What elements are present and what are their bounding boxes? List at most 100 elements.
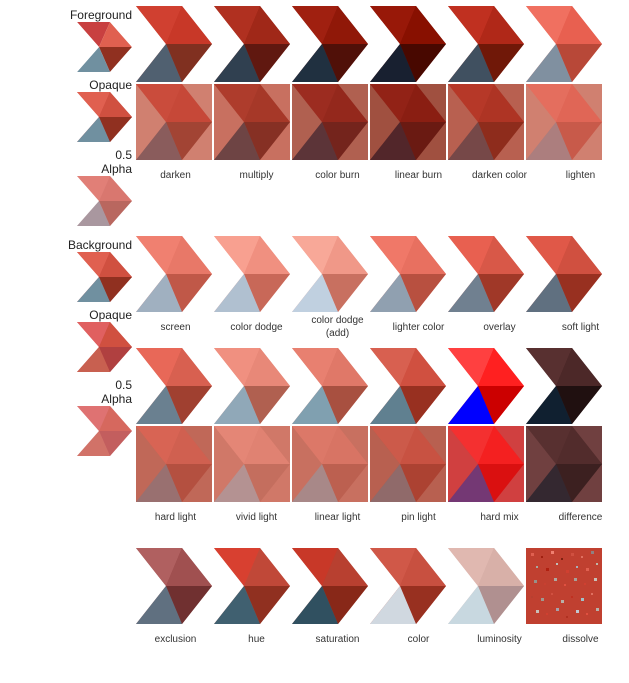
foreground-arrow-1 bbox=[77, 22, 132, 72]
cap-darken: darken bbox=[136, 162, 215, 188]
label-dissolve: dissolve bbox=[541, 626, 620, 652]
cap-screen: screen bbox=[136, 314, 215, 340]
blend-multiply-op bbox=[214, 6, 290, 82]
blend-lighten-op bbox=[526, 6, 602, 82]
cap-colordodge: color dodge bbox=[217, 314, 296, 340]
content-section-3: exclusion hue saturation color luminosit… bbox=[136, 548, 623, 660]
section-bottom: exclusion hue saturation color luminosit… bbox=[6, 548, 623, 660]
opaque-arrow-bg bbox=[77, 322, 132, 372]
label-lightercolor: lighter color bbox=[379, 314, 458, 340]
caption-row-4: exclusion hue saturation color luminosit… bbox=[136, 626, 623, 652]
blend-color-op bbox=[370, 548, 446, 624]
blend-pinlight-al bbox=[370, 426, 446, 502]
thumb-row-3b bbox=[136, 426, 623, 502]
label-multiply: multiply bbox=[217, 162, 296, 188]
label-lighten: lighten bbox=[541, 162, 620, 188]
blend-hue-op bbox=[214, 548, 290, 624]
label-screen: screen bbox=[136, 314, 215, 340]
label-darken: darken bbox=[136, 162, 215, 188]
content-section-1: darken multiply color burn linear burn d… bbox=[136, 6, 623, 196]
opaque-arrow-fg bbox=[77, 92, 132, 142]
main-layout: Foreground Opaq bbox=[0, 0, 629, 676]
label-hue: hue bbox=[217, 626, 296, 652]
alpha-arrow-fg bbox=[77, 176, 132, 226]
blend-lightercolor-op bbox=[370, 236, 446, 312]
blend-vividlight-al bbox=[214, 426, 290, 502]
cap-linearlight: linear light bbox=[298, 504, 377, 530]
blend-linearburn-al bbox=[370, 84, 446, 160]
label-colordodge: color dodge bbox=[217, 314, 296, 340]
blend-darken-op bbox=[136, 6, 212, 82]
section-foreground: Foreground Opaq bbox=[6, 6, 623, 226]
thumb-row-2a bbox=[136, 236, 623, 312]
cap-linearburn: linear burn bbox=[379, 162, 458, 188]
blend-colorburn-al bbox=[292, 84, 368, 160]
blend-screen-op bbox=[136, 236, 212, 312]
alpha-arrow-bg bbox=[77, 406, 132, 456]
label-saturation: saturation bbox=[298, 626, 377, 652]
blend-difference-op bbox=[526, 348, 602, 424]
opaque-group-1: Opaque bbox=[77, 78, 132, 142]
cap-hue: hue bbox=[217, 626, 296, 652]
cap-color: color bbox=[379, 626, 458, 652]
blend-vividlight-op bbox=[214, 348, 290, 424]
blend-colorburn-op bbox=[292, 6, 368, 82]
blend-hardmix-op bbox=[448, 348, 524, 424]
blend-linearlight-op bbox=[292, 348, 368, 424]
cap-colordodgeadd: color dodge(add) bbox=[298, 314, 377, 340]
background-arrow-1 bbox=[77, 252, 132, 302]
thumb-row-4a bbox=[136, 548, 623, 624]
caption-row-1: darken multiply color burn linear burn d… bbox=[136, 162, 623, 188]
cap-overlay: overlay bbox=[460, 314, 539, 340]
cap-hardmix: hard mix bbox=[460, 504, 539, 530]
cap-hardlight: hard light bbox=[136, 504, 215, 530]
cap-lighten: lighten bbox=[541, 162, 620, 188]
blend-linearlight-al bbox=[292, 426, 368, 502]
label-linearburn: linear burn bbox=[379, 162, 458, 188]
label-overlay: overlay bbox=[460, 314, 539, 340]
blend-lighten-al bbox=[526, 84, 602, 160]
label-difference: difference bbox=[541, 504, 620, 530]
blend-hardlight-op bbox=[136, 348, 212, 424]
cap-pinlight: pin light bbox=[379, 504, 458, 530]
blend-colordodgeadd-op bbox=[292, 236, 368, 312]
blend-linearburn-op bbox=[370, 6, 446, 82]
blend-overlay-op bbox=[448, 236, 524, 312]
thumb-row-3a bbox=[136, 348, 623, 424]
alpha-label-2: 0.5 Alpha bbox=[101, 378, 132, 406]
thumb-row-1b bbox=[136, 84, 623, 160]
blend-darkencolor-op bbox=[448, 6, 524, 82]
label-softlight: soft light bbox=[541, 314, 620, 340]
blend-colordodge-op bbox=[214, 236, 290, 312]
blend-hardlight-al bbox=[136, 426, 212, 502]
caption-row-3: hard light vivid light linear light pin … bbox=[136, 504, 623, 530]
opaque-label-1: Opaque bbox=[89, 78, 132, 92]
background-group: Background bbox=[68, 238, 132, 302]
label-color: color bbox=[379, 626, 458, 652]
background-label: Background bbox=[68, 238, 132, 252]
cap-softlight: soft light bbox=[541, 314, 620, 340]
alpha-group-2: 0.5 Alpha bbox=[77, 378, 132, 456]
thumb-row-1a bbox=[136, 6, 623, 82]
blend-luminosity-op bbox=[448, 548, 524, 624]
cap-colorburn: color burn bbox=[298, 162, 377, 188]
opaque-label-2: Opaque bbox=[89, 308, 132, 322]
opaque-group-2: Opaque bbox=[77, 308, 132, 372]
alpha-group-1: 0.5 Alpha bbox=[77, 148, 132, 226]
cap-vividlight: vivid light bbox=[217, 504, 296, 530]
cap-dissolve: dissolve bbox=[541, 626, 620, 652]
label-colordodgeadd: color dodge(add) bbox=[298, 314, 377, 340]
label-vividlight: vivid light bbox=[217, 504, 296, 530]
blend-saturation-op bbox=[292, 548, 368, 624]
blend-multiply-al bbox=[214, 84, 290, 160]
cap-multiply: multiply bbox=[217, 162, 296, 188]
foreground-group: Foreground bbox=[70, 8, 132, 72]
blend-difference-al bbox=[526, 426, 602, 502]
blend-hardmix-al bbox=[448, 426, 524, 502]
side-col-foreground: Foreground Opaq bbox=[6, 6, 136, 226]
blend-exclusion-op bbox=[136, 548, 212, 624]
blend-pinlight-op bbox=[370, 348, 446, 424]
foreground-label: Foreground bbox=[70, 8, 132, 22]
label-hardlight: hard light bbox=[136, 504, 215, 530]
label-exclusion: exclusion bbox=[136, 626, 215, 652]
